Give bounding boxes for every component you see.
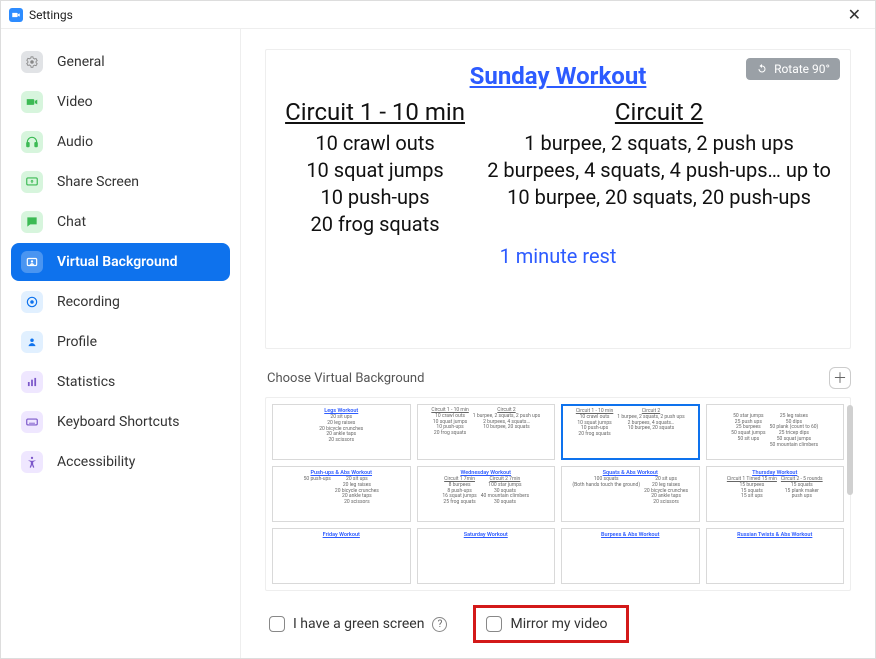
checkbox-icon xyxy=(486,616,502,632)
background-thumbnail[interactable]: Russian Twists & Abs Workout xyxy=(706,528,845,584)
sidebar-item-label: Share Screen xyxy=(57,174,139,190)
zoom-app-icon xyxy=(9,8,23,22)
mirror-my-video-label: Mirror my video xyxy=(510,616,607,632)
sidebar-item-chat[interactable]: Chat xyxy=(11,203,230,241)
sidebar-item-recording[interactable]: Recording xyxy=(11,283,230,321)
profile-icon xyxy=(21,331,43,353)
sidebar-item-accessibility[interactable]: Accessibility xyxy=(11,443,230,481)
headphones-icon xyxy=(21,131,43,153)
green-screen-checkbox[interactable]: I have a green screen ? xyxy=(269,616,447,632)
keyboard-icon xyxy=(21,411,43,433)
circuit-1-heading: Circuit 1 - 10 min xyxy=(285,98,465,126)
background-thumbnail[interactable]: 50 star jumps25 push ups25 burpees50 squ… xyxy=(706,404,845,460)
circuit-2-line: 10 burpee, 20 squats, 20 push-ups xyxy=(487,184,831,211)
circuit-1-line: 10 squat jumps xyxy=(285,157,465,184)
choose-vbg-label: Choose Virtual Background ＋ xyxy=(267,367,851,389)
sidebar-item-label: Recording xyxy=(57,294,120,310)
sidebar-item-label: Chat xyxy=(57,214,86,230)
sidebar-item-statistics[interactable]: Statistics xyxy=(11,363,230,401)
settings-sidebar: General Video Audio Share Screen Chat Vi… xyxy=(1,29,241,658)
circuit-2: Circuit 2 1 burpee, 2 squats, 2 push ups… xyxy=(487,98,831,238)
background-thumbnail[interactable]: Burpees & Abs Workout xyxy=(561,528,700,584)
background-thumbnail[interactable]: Circuit 1 - 10 min10 crawl outs10 squat … xyxy=(417,404,556,460)
titlebar: Settings ✕ xyxy=(1,1,875,29)
background-thumbnail[interactable]: Thursday WorkoutCircuit 1 Timed 15 min15… xyxy=(706,466,845,522)
chat-icon xyxy=(21,211,43,233)
circuit-1-line: 10 push-ups xyxy=(285,184,465,211)
background-thumbnail[interactable]: Wednesday WorkoutCircuit 1 7min8 burpees… xyxy=(417,466,556,522)
help-icon[interactable]: ? xyxy=(432,617,447,632)
video-icon xyxy=(21,91,43,113)
circuit-1: Circuit 1 - 10 min 10 crawl outs 10 squa… xyxy=(285,98,465,238)
window-title: Settings xyxy=(29,8,73,22)
virtual-background-icon xyxy=(21,251,43,273)
sidebar-item-label: General xyxy=(57,54,105,70)
sidebar-item-label: Virtual Background xyxy=(57,254,177,270)
rotate-90-button[interactable]: Rotate 90° xyxy=(746,58,840,80)
rotate-label: Rotate 90° xyxy=(774,62,830,76)
circuit-1-line: 20 frog squats xyxy=(285,211,465,238)
green-screen-label: I have a green screen xyxy=(293,616,424,632)
sidebar-item-label: Profile xyxy=(57,334,97,350)
share-screen-icon xyxy=(21,171,43,193)
sidebar-item-label: Video xyxy=(57,94,93,110)
circuit-2-line: 1 burpee, 2 squats, 2 push ups xyxy=(487,130,831,157)
circuit-1-line: 10 crawl outs xyxy=(285,130,465,157)
thumbnails-scrollbar[interactable] xyxy=(847,405,853,495)
recording-icon xyxy=(21,291,43,313)
background-thumbnail[interactable]: Saturday Workout xyxy=(417,528,556,584)
statistics-icon xyxy=(21,371,43,393)
close-icon[interactable]: ✕ xyxy=(842,5,867,24)
sidebar-item-virtual-background[interactable]: Virtual Background xyxy=(11,243,230,281)
footer-options: I have a green screen ? Mirror my video xyxy=(265,591,851,651)
sidebar-item-label: Keyboard Shortcuts xyxy=(57,414,180,430)
sidebar-item-profile[interactable]: Profile xyxy=(11,323,230,361)
add-background-button[interactable]: ＋ xyxy=(829,367,851,389)
background-preview: Rotate 90° Sunday Workout Circuit 1 - 10… xyxy=(265,49,851,349)
background-thumbnail[interactable]: Squats & Abs Workout100 squats(Both hand… xyxy=(561,466,700,522)
accessibility-icon xyxy=(21,451,43,473)
sidebar-item-general[interactable]: General xyxy=(11,43,230,81)
background-thumbnail[interactable]: Circuit 1 - 10 min10 crawl outs10 squat … xyxy=(561,404,700,460)
sidebar-item-label: Statistics xyxy=(57,374,115,390)
background-thumbnails: Legs Workout20 sit ups20 leg raises20 bi… xyxy=(265,397,851,591)
sidebar-item-video[interactable]: Video xyxy=(11,83,230,121)
sidebar-item-label: Audio xyxy=(57,134,93,150)
gear-icon xyxy=(21,51,43,73)
sidebar-item-keyboard-shortcuts[interactable]: Keyboard Shortcuts xyxy=(11,403,230,441)
sidebar-item-label: Accessibility xyxy=(57,454,135,470)
rotate-icon xyxy=(756,63,768,75)
sidebar-item-share-screen[interactable]: Share Screen xyxy=(11,163,230,201)
circuit-2-line: 2 burpees, 4 squats, 4 push-ups… up to xyxy=(487,157,831,184)
content-pane: Rotate 90° Sunday Workout Circuit 1 - 10… xyxy=(241,29,875,658)
background-thumbnail[interactable]: Legs Workout20 sit ups20 leg raises20 bi… xyxy=(272,404,411,460)
checkbox-icon xyxy=(269,616,285,632)
background-thumbnail[interactable]: Push-ups & Abs Workout50 push-ups20 sit … xyxy=(272,466,411,522)
mirror-my-video-checkbox[interactable]: Mirror my video xyxy=(473,605,628,643)
background-thumbnail[interactable]: Friday Workout xyxy=(272,528,411,584)
circuit-2-heading: Circuit 2 xyxy=(487,98,831,126)
sidebar-item-audio[interactable]: Audio xyxy=(11,123,230,161)
rest-label: 1 minute rest xyxy=(284,244,832,268)
